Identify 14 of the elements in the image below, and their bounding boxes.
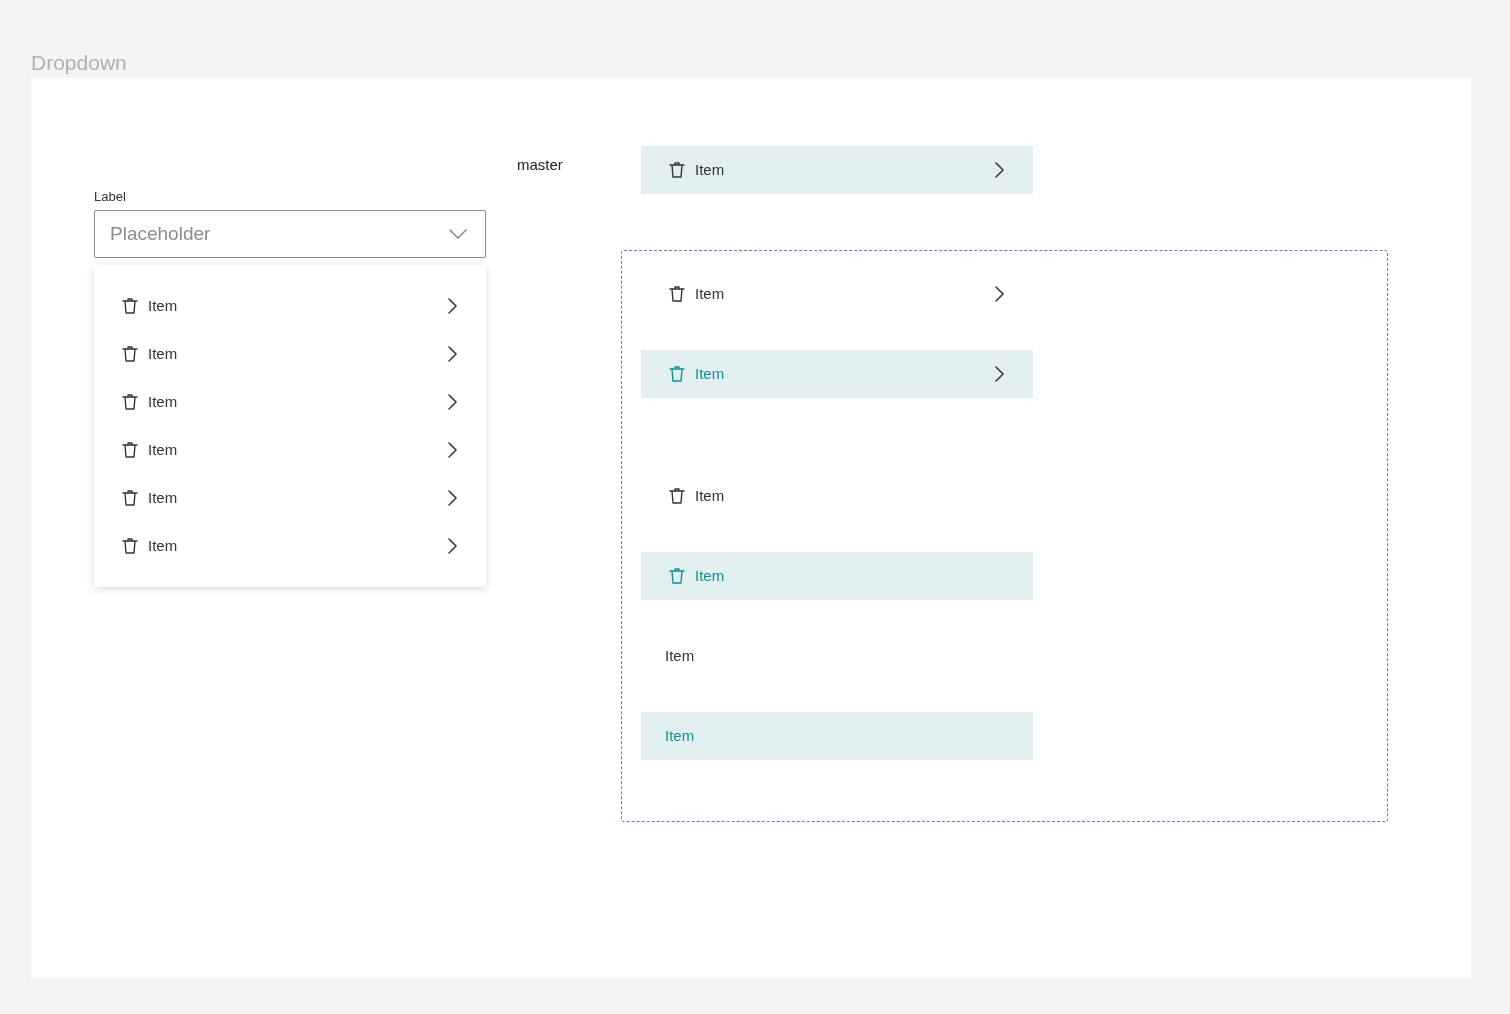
menu-item[interactable]: Item (94, 474, 486, 522)
menu-item[interactable]: Item (94, 378, 486, 426)
menu-item[interactable]: Item (94, 522, 486, 570)
menu-item[interactable]: Item (641, 146, 1033, 194)
menu-item[interactable]: Item (94, 282, 486, 330)
menu-item[interactable]: Item (94, 330, 486, 378)
menu-item[interactable]: Item (641, 632, 1033, 680)
chevron-down-icon (449, 229, 467, 239)
page-title: Dropdown (31, 50, 128, 76)
menu-item[interactable]: Item (641, 270, 1033, 318)
menu-item[interactable]: Item (94, 426, 486, 474)
field-label: Label (94, 188, 127, 206)
master-caption: master (517, 155, 564, 175)
menu-item[interactable]: Item (641, 472, 1033, 520)
